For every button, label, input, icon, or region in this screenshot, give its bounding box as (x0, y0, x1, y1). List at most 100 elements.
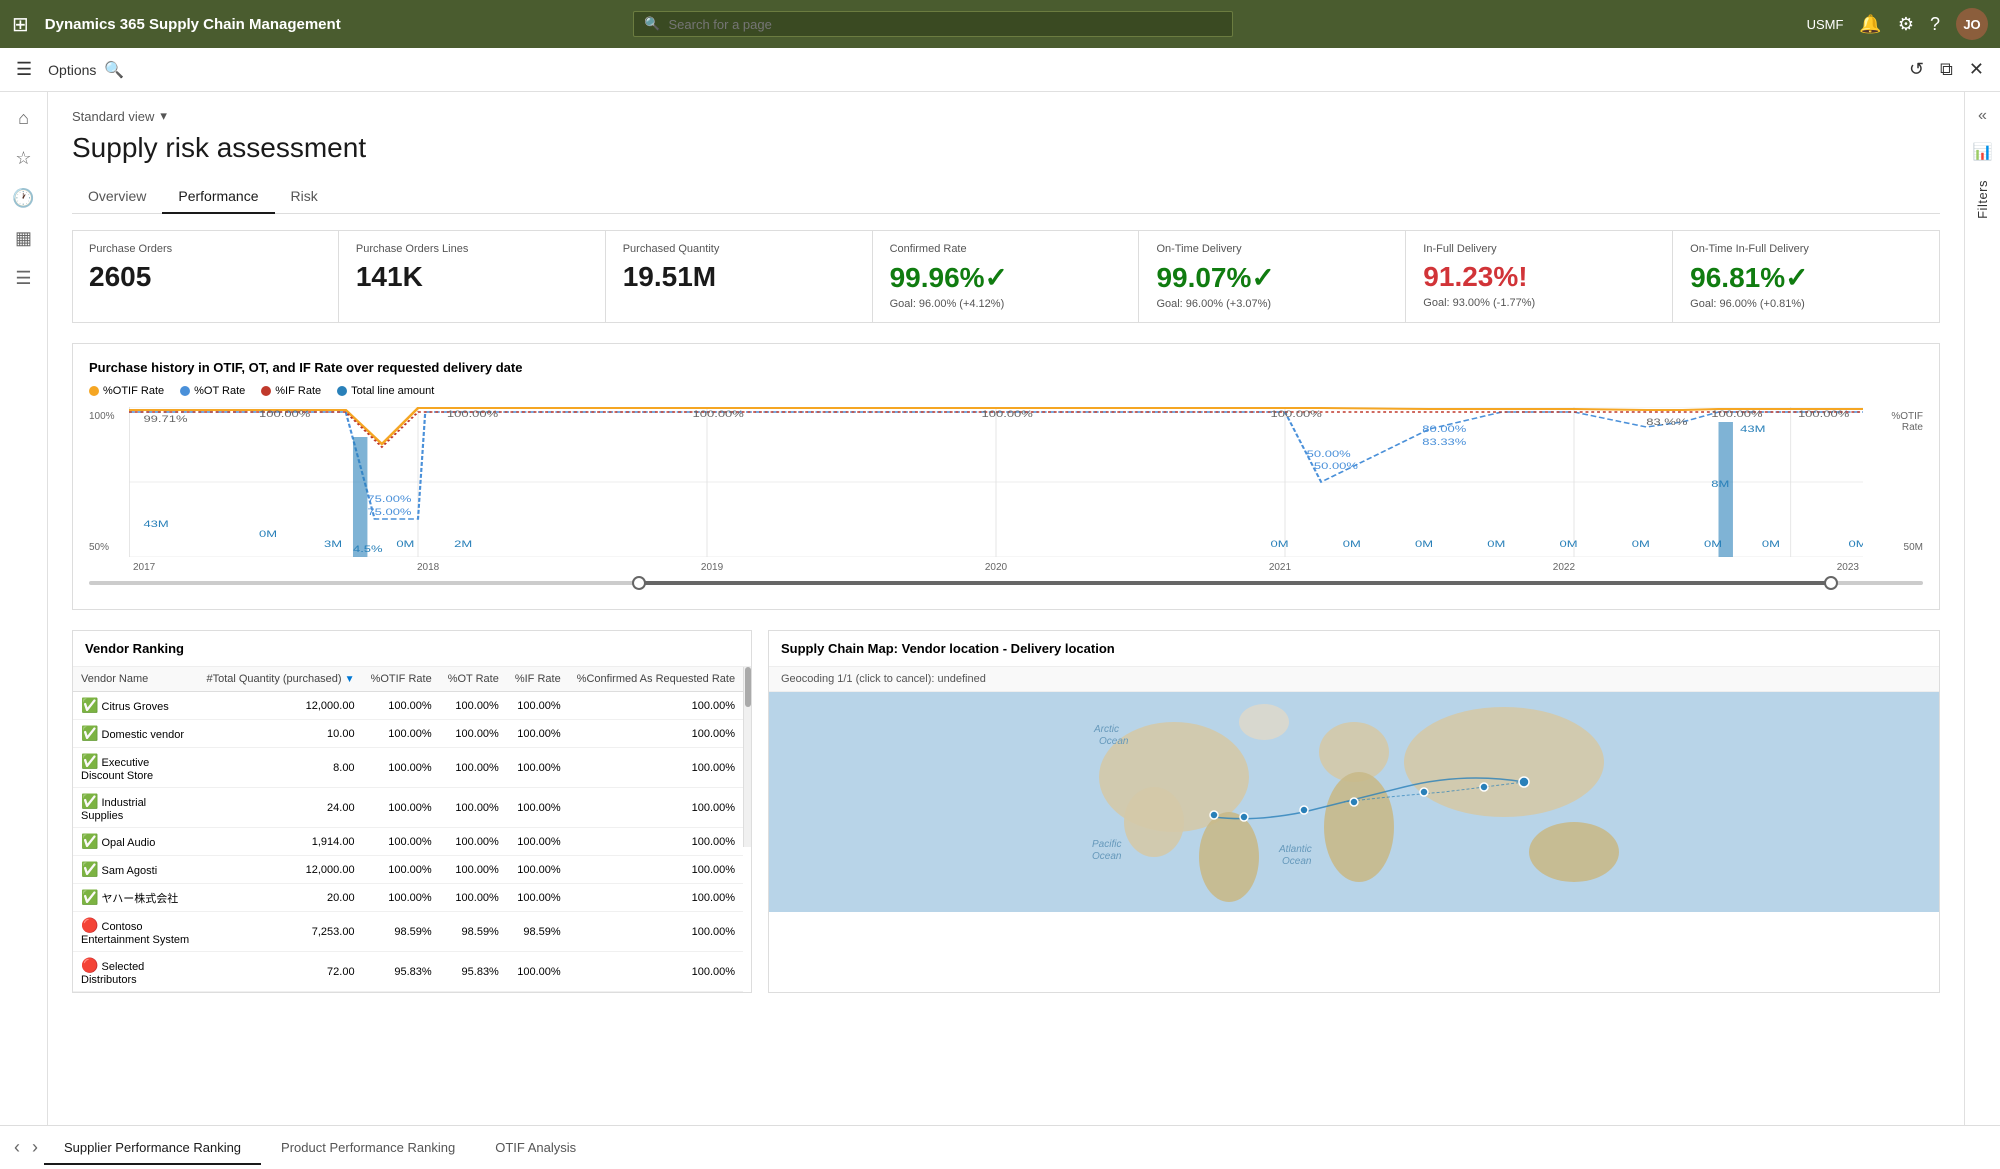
sidebar-item-workspaces[interactable]: ▦ (6, 220, 42, 256)
chart-icon[interactable]: 📊 (1967, 136, 1999, 168)
status-icon: ✅ (81, 697, 98, 713)
next-tab-button[interactable]: › (26, 1137, 44, 1158)
tab-supplier-performance[interactable]: Supplier Performance Ranking (44, 1132, 261, 1165)
page-title: Supply risk assessment (72, 132, 1940, 164)
options-search-icon[interactable]: 🔍 (104, 60, 124, 80)
table-row[interactable]: ✅ Domestic vendor 10.00 100.00% 100.00% … (73, 720, 743, 748)
tab-overview[interactable]: Overview (72, 180, 162, 214)
map-container[interactable]: Arctic Ocean Pacific Ocean Atlantic Ocea… (769, 692, 1939, 912)
sidebar-item-recent[interactable]: 🕐 (6, 180, 42, 216)
vendor-if: 100.00% (507, 828, 569, 856)
kpi-label: Purchased Quantity (623, 243, 856, 255)
kpi-label: On-Time Delivery (1156, 243, 1389, 255)
kpi-label: Purchase Orders Lines (356, 243, 589, 255)
check-icon: ✓ (985, 262, 1008, 293)
kpi-purchase-orders-lines: Purchase Orders Lines 141K (340, 231, 606, 322)
vendor-if: 100.00% (507, 856, 569, 884)
vendor-qty: 12,000.00 (198, 856, 362, 884)
options-bar: ☰ Options 🔍 ↺ ⧉ ✕ (0, 48, 2000, 92)
scroll-thumb[interactable] (745, 667, 751, 707)
status-icon: ✅ (81, 861, 98, 877)
tab-otif-analysis[interactable]: OTIF Analysis (475, 1132, 596, 1165)
vendor-name: 🔴 Selected Distributors (73, 952, 198, 992)
view-selector-label: Standard view (72, 109, 154, 124)
help-icon[interactable]: ? (1930, 14, 1940, 35)
table-row[interactable]: ✅ Executive Discount Store 8.00 100.00% … (73, 748, 743, 788)
refresh-icon[interactable]: ↺ (1909, 59, 1924, 80)
vendor-name: ✅ Executive Discount Store (73, 748, 198, 788)
sidebar-item-home[interactable]: ⌂ (6, 100, 42, 136)
supply-chain-map-section: Supply Chain Map: Vendor location - Deli… (768, 630, 1940, 993)
vendor-ot: 95.83% (440, 952, 507, 992)
kpi-purchase-orders: Purchase Orders 2605 (73, 231, 339, 322)
svg-text:100.00%: 100.00% (1798, 410, 1849, 420)
svg-text:100.00%: 100.00% (693, 410, 744, 420)
collapse-icon[interactable]: « (1967, 100, 1999, 132)
vendor-qty: 72.00 (198, 952, 362, 992)
view-selector[interactable]: Standard view ▾ (72, 108, 1940, 124)
chart-title: Purchase history in OTIF, OT, and IF Rat… (89, 360, 1923, 375)
table-row[interactable]: ✅ ヤハー株式会社 20.00 100.00% 100.00% 100.00% … (73, 884, 743, 912)
vendor-if: 100.00% (507, 952, 569, 992)
notification-icon[interactable]: 🔔 (1859, 14, 1881, 35)
chart-section: Purchase history in OTIF, OT, and IF Rat… (72, 343, 1940, 610)
vendor-ot: 100.00% (440, 692, 507, 720)
table-row[interactable]: 🔴 Contoso Entertainment System 7,253.00 … (73, 912, 743, 952)
svg-text:43M: 43M (143, 520, 168, 530)
date-range-slider[interactable] (89, 573, 1923, 593)
check-icon: ✓ (1785, 262, 1808, 293)
table-row[interactable]: ✅ Citrus Groves 12,000.00 100.00% 100.00… (73, 692, 743, 720)
map-subtitle[interactable]: Geocoding 1/1 (click to cancel): undefin… (769, 667, 1939, 692)
svg-text:80.00%: 80.00% (1422, 425, 1466, 435)
table-row[interactable]: ✅ Opal Audio 1,914.00 100.00% 100.00% 10… (73, 828, 743, 856)
filters-label[interactable]: Filters (1975, 180, 1990, 219)
col-total-qty[interactable]: #Total Quantity (purchased) ▼ (198, 667, 362, 692)
svg-text:50.00%: 50.00% (1307, 450, 1351, 460)
open-icon[interactable]: ⧉ (1940, 59, 1953, 80)
tab-performance[interactable]: Performance (162, 180, 274, 214)
kpi-value: 99.07%✓ (1156, 261, 1389, 294)
bottom-tabs-bar: ‹ › Supplier Performance Ranking Product… (0, 1125, 2000, 1169)
vendor-scrollbar[interactable] (743, 667, 751, 847)
settings-icon[interactable]: ⚙ (1898, 14, 1914, 35)
hamburger-icon[interactable]: ☰ (16, 59, 32, 80)
kpi-label: Confirmed Rate (890, 243, 1123, 255)
svg-text:100.00%: 100.00% (1711, 410, 1762, 420)
vendor-qty: 10.00 (198, 720, 362, 748)
svg-text:Arctic: Arctic (1093, 724, 1119, 735)
close-icon[interactable]: ✕ (1969, 59, 1984, 80)
status-icon: ✅ (81, 753, 98, 769)
table-row[interactable]: 🔴 Selected Distributors 72.00 95.83% 95.… (73, 952, 743, 992)
vendor-if: 100.00% (507, 692, 569, 720)
vendor-ot: 98.59% (440, 912, 507, 952)
svg-text:Ocean: Ocean (1099, 736, 1129, 747)
company-selector[interactable]: USMF (1807, 17, 1844, 32)
vendor-name: ✅ Sam Agosti (73, 856, 198, 884)
status-icon: ✅ (81, 889, 98, 905)
prev-tab-button[interactable]: ‹ (8, 1137, 26, 1158)
bottom-section: Vendor Ranking Vendor Name #Total Quanti… (72, 630, 1940, 993)
slider-thumb-right[interactable] (1824, 576, 1838, 590)
svg-text:0M: 0M (1560, 540, 1578, 550)
sidebar-item-favorites[interactable]: ☆ (6, 140, 42, 176)
tab-risk[interactable]: Risk (275, 180, 334, 214)
search-input[interactable] (669, 17, 1223, 32)
vendor-ot: 100.00% (440, 720, 507, 748)
avatar[interactable]: JO (1956, 8, 1988, 40)
vendor-ot: 100.00% (440, 788, 507, 828)
tab-product-performance[interactable]: Product Performance Ranking (261, 1132, 475, 1165)
table-row[interactable]: ✅ Sam Agosti 12,000.00 100.00% 100.00% 1… (73, 856, 743, 884)
grid-icon[interactable]: ⊞ (12, 12, 29, 37)
vendor-confirmed: 100.00% (569, 788, 743, 828)
kpi-goal: Goal: 96.00% (+3.07%) (1156, 298, 1389, 310)
vendor-qty: 7,253.00 (198, 912, 362, 952)
chart-svg[interactable]: 99.71% 100.00% 75.00% 75.00% 100.00% 100… (129, 407, 1863, 557)
vendor-ot: 100.00% (440, 856, 507, 884)
table-row[interactable]: ✅ Industrial Supplies 24.00 100.00% 100.… (73, 788, 743, 828)
vendor-ranking-section: Vendor Ranking Vendor Name #Total Quanti… (72, 630, 752, 993)
slider-thumb-left[interactable] (632, 576, 646, 590)
svg-text:0M: 0M (1271, 540, 1289, 550)
search-bar[interactable]: 🔍 (633, 11, 1233, 37)
svg-text:0M: 0M (1704, 540, 1722, 550)
sidebar-item-modules[interactable]: ☰ (6, 260, 42, 296)
